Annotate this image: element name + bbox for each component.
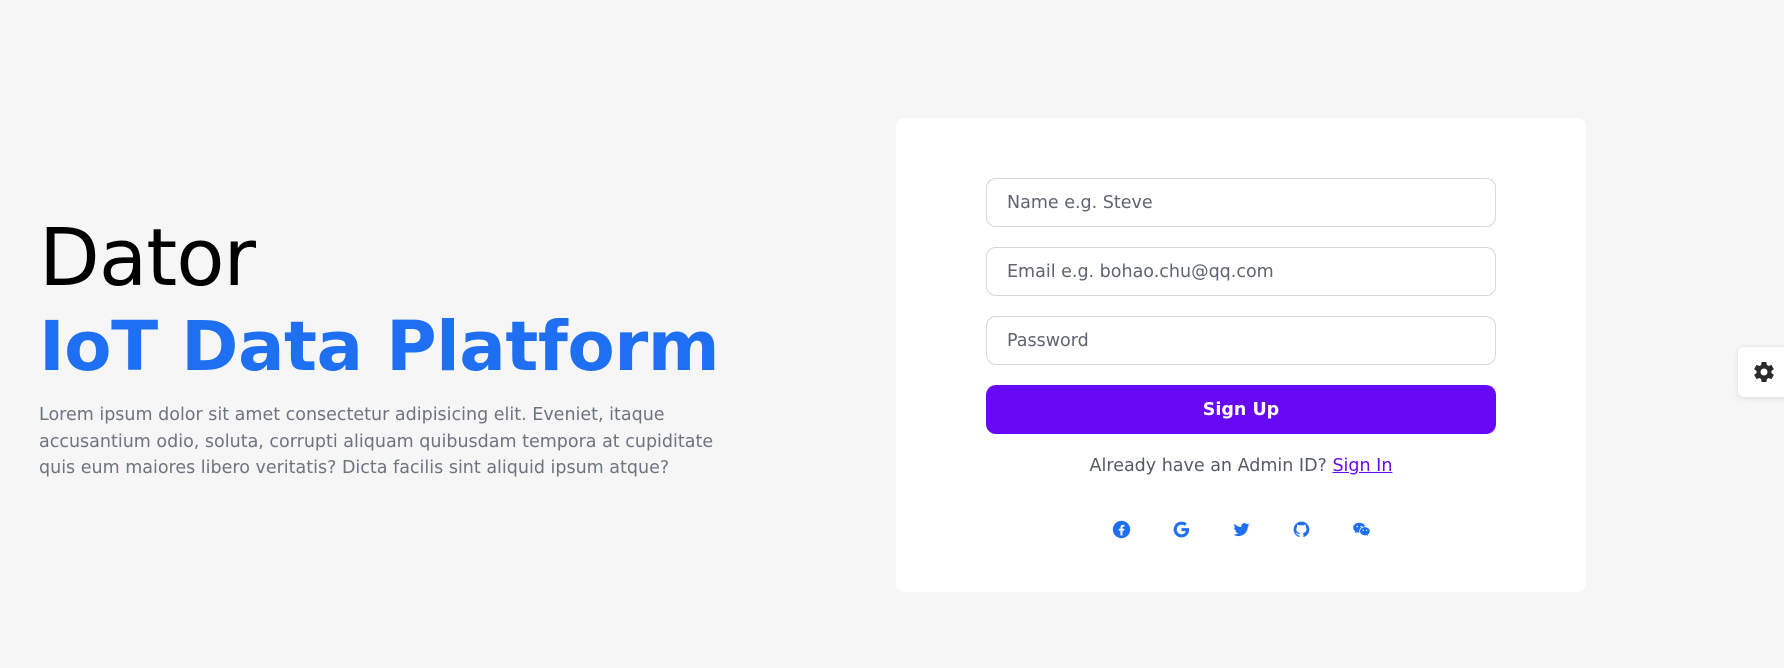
signup-card: Sign Up Already have an Admin ID? Sign I…	[896, 118, 1586, 592]
password-input[interactable]	[986, 316, 1496, 365]
gear-icon	[1752, 360, 1776, 384]
twitter-icon[interactable]	[1232, 520, 1251, 539]
signin-prompt: Already have an Admin ID?	[1089, 456, 1327, 476]
brand-title: Dator	[39, 212, 256, 304]
github-icon[interactable]	[1292, 520, 1311, 539]
tagline: IoT Data Platform	[39, 307, 720, 387]
sign-in-link[interactable]: Sign In	[1332, 456, 1392, 476]
email-input[interactable]	[986, 247, 1496, 296]
signin-row: Already have an Admin ID? Sign In	[986, 456, 1496, 476]
sign-up-button[interactable]: Sign Up	[986, 385, 1496, 434]
hero-description: Lorem ipsum dolor sit amet consectetur a…	[39, 405, 714, 478]
hero-section: Dator IoT Data Platform Lorem ipsum dolo…	[39, 210, 739, 482]
wechat-icon[interactable]	[1352, 520, 1371, 539]
facebook-icon[interactable]	[1112, 520, 1131, 539]
page: Dator IoT Data Platform Lorem ipsum dolo…	[0, 0, 1784, 668]
signup-form: Sign Up Already have an Admin ID? Sign I…	[986, 178, 1496, 476]
name-input[interactable]	[986, 178, 1496, 227]
settings-button[interactable]	[1738, 347, 1784, 397]
social-login-row	[896, 520, 1586, 539]
google-icon[interactable]	[1172, 520, 1191, 539]
